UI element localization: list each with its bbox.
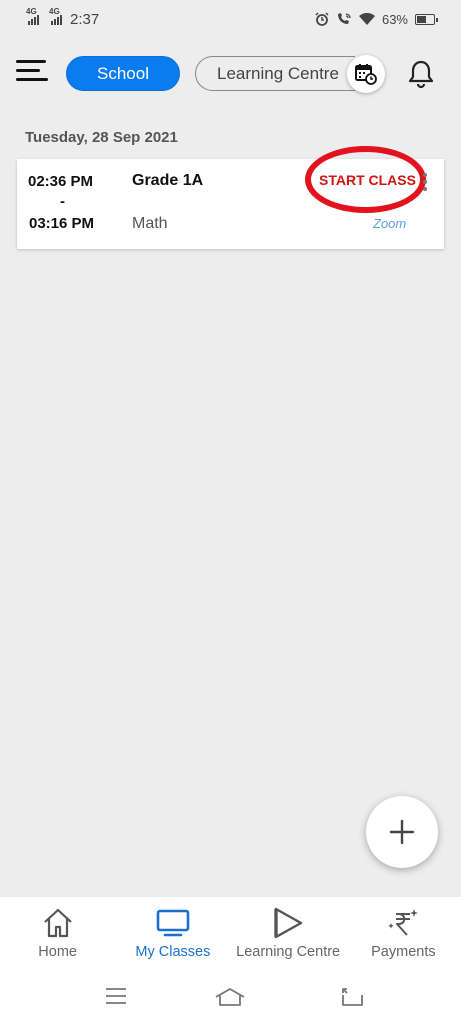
nav-item-my-classes[interactable]: My Classes <box>115 897 230 969</box>
class-start-time: 02:36 PM <box>28 173 94 190</box>
nav-label-my-classes: My Classes <box>135 944 211 960</box>
nav-label-home: Home <box>38 944 77 960</box>
status-left: 4G 4G 2:37 <box>26 7 100 28</box>
network-type: 4G <box>26 7 37 16</box>
menu-icon[interactable] <box>16 60 48 86</box>
class-subject: Math <box>132 215 168 232</box>
calendar-clock-button[interactable] <box>347 55 385 93</box>
status-time: 2:37 <box>70 10 100 28</box>
start-class-button[interactable]: START CLASS <box>319 172 416 188</box>
class-grade: Grade 1A <box>132 172 204 189</box>
bell-icon[interactable] <box>405 58 437 90</box>
nav-label-payments: Payments <box>371 944 436 960</box>
recents-icon[interactable] <box>104 987 128 1005</box>
date-heading: Tuesday, 28 Sep 2021 <box>25 129 178 146</box>
status-right: 63% <box>315 11 438 27</box>
bottom-nav: Home My Classes Learning Centre Payments <box>0 897 461 969</box>
wifi-icon <box>358 12 375 25</box>
home-icon <box>43 908 72 938</box>
rupee-sparkle-icon <box>388 909 419 936</box>
class-end-time: 03:16 PM <box>29 215 95 232</box>
home-outline-icon[interactable] <box>214 987 246 1007</box>
nav-item-learning-centre[interactable]: Learning Centre <box>231 897 346 969</box>
calendar-clock-icon <box>355 64 377 85</box>
more-options-icon[interactable] <box>420 173 430 199</box>
back-icon[interactable] <box>339 987 365 1007</box>
plus-icon <box>389 819 415 845</box>
time-separator: - <box>60 193 65 210</box>
status-bar: 4G 4G 2:37 63% <box>0 0 461 38</box>
nav-item-payments[interactable]: Payments <box>346 897 461 969</box>
battery-icon <box>415 13 438 25</box>
nav-label-learning-centre: Learning Centre <box>236 944 341 960</box>
nav-item-home[interactable]: Home <box>0 897 115 969</box>
network-type-2: 4G <box>49 7 60 16</box>
tab-learning-centre[interactable]: Learning Centre <box>195 56 355 91</box>
class-platform: Zoom <box>373 216 407 231</box>
monitor-icon <box>156 909 190 937</box>
header: School Learning Centre <box>0 50 461 96</box>
system-nav <box>0 969 461 1024</box>
signal-icon: 4G <box>26 7 39 25</box>
tab-school[interactable]: School <box>66 56 180 91</box>
play-triangle-icon <box>274 907 303 939</box>
signal-icon-2: 4G <box>49 7 62 25</box>
add-class-button[interactable] <box>366 796 438 868</box>
wifi-call-icon <box>337 13 351 24</box>
battery-percent: 63% <box>381 11 408 27</box>
class-card[interactable]: 02:36 PM - 03:16 PM Grade 1A Math START … <box>17 146 444 249</box>
alarm-icon <box>315 12 329 26</box>
